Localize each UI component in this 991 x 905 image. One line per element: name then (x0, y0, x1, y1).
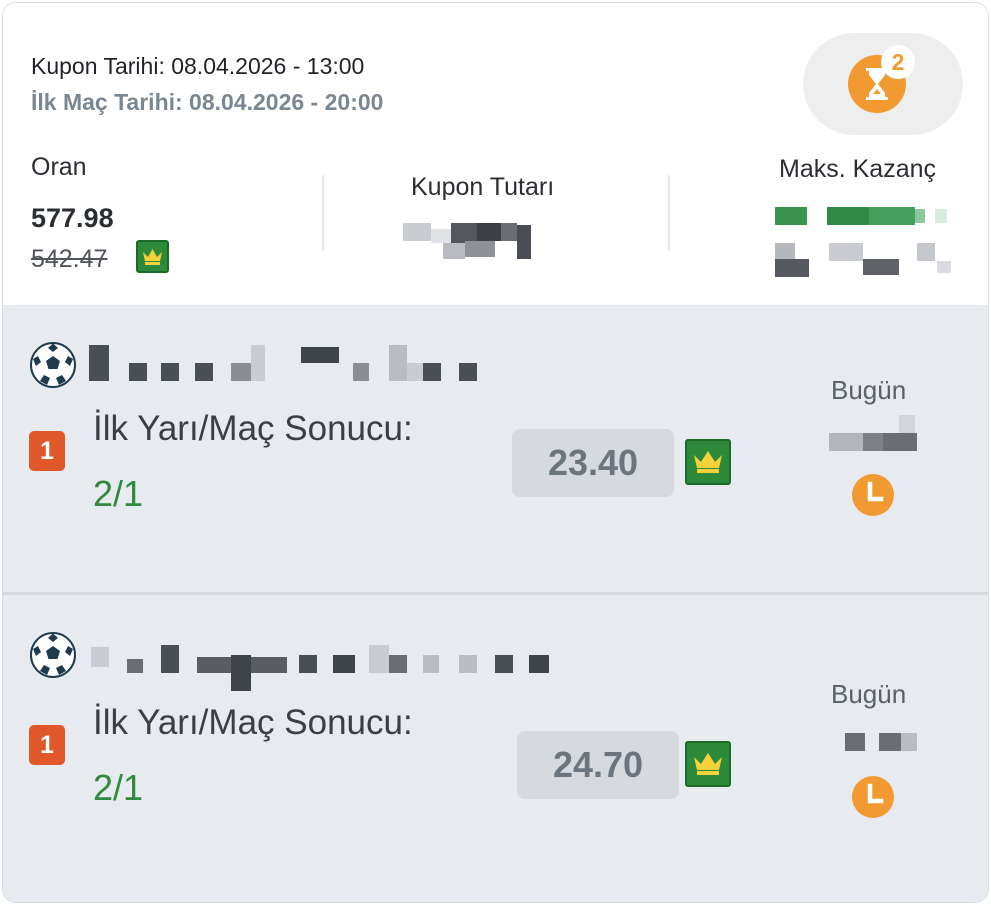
pick-value: 2/1 (93, 767, 144, 808)
first-match-date: İlk Maç Tarihi: 08.04.2026 - 20:00 (31, 89, 384, 115)
clock-icon (852, 474, 894, 516)
pick-number-badge: 1 (29, 431, 65, 471)
market-name: İlk Yarı/Maç Sonucu: (93, 703, 413, 742)
total-odds-value: 577.98 (31, 203, 114, 233)
coupon-header: Kupon Tarihi: 08.04.2026 - 13:00 İlk Maç… (3, 3, 988, 305)
crown-icon (685, 741, 731, 787)
selection-odd: 24.70 (517, 731, 679, 799)
stat-divider (668, 175, 670, 251)
odds-label: Oran (31, 153, 87, 181)
soccer-ball-icon (30, 632, 76, 678)
pick-number-badge: 1 (29, 725, 65, 765)
stat-divider (322, 175, 324, 251)
max-win-label: Maks. Kazanç (779, 155, 937, 183)
coupon-date: Kupon Tarihi: 08.04.2026 - 13:00 (31, 53, 365, 79)
soccer-ball-icon (30, 342, 76, 388)
selection-row[interactable]: 1 İlk Yarı/Maç Sonucu: 2/1 24.70 Bugün (3, 595, 988, 902)
crown-icon (685, 439, 731, 485)
selection-row[interactable]: 1 İlk Yarı/Maç Sonucu: 2/1 23.40 Bugün (3, 305, 988, 593)
crown-icon (136, 240, 169, 273)
pending-timer-button[interactable]: 2 (803, 33, 963, 135)
pending-count-badge: 2 (881, 45, 915, 79)
clock-icon (852, 776, 894, 818)
coupon-card: Kupon Tarihi: 08.04.2026 - 13:00 İlk Maç… (2, 2, 989, 903)
match-day: Bugün (831, 679, 907, 709)
stake-label: Kupon Tutarı (411, 173, 555, 201)
original-odds-value: 542.47 (31, 245, 108, 273)
pick-value: 2/1 (93, 473, 144, 514)
market-name: İlk Yarı/Maç Sonucu: (93, 409, 413, 448)
match-day: Bugün (831, 375, 907, 405)
selection-odd: 23.40 (512, 429, 674, 497)
